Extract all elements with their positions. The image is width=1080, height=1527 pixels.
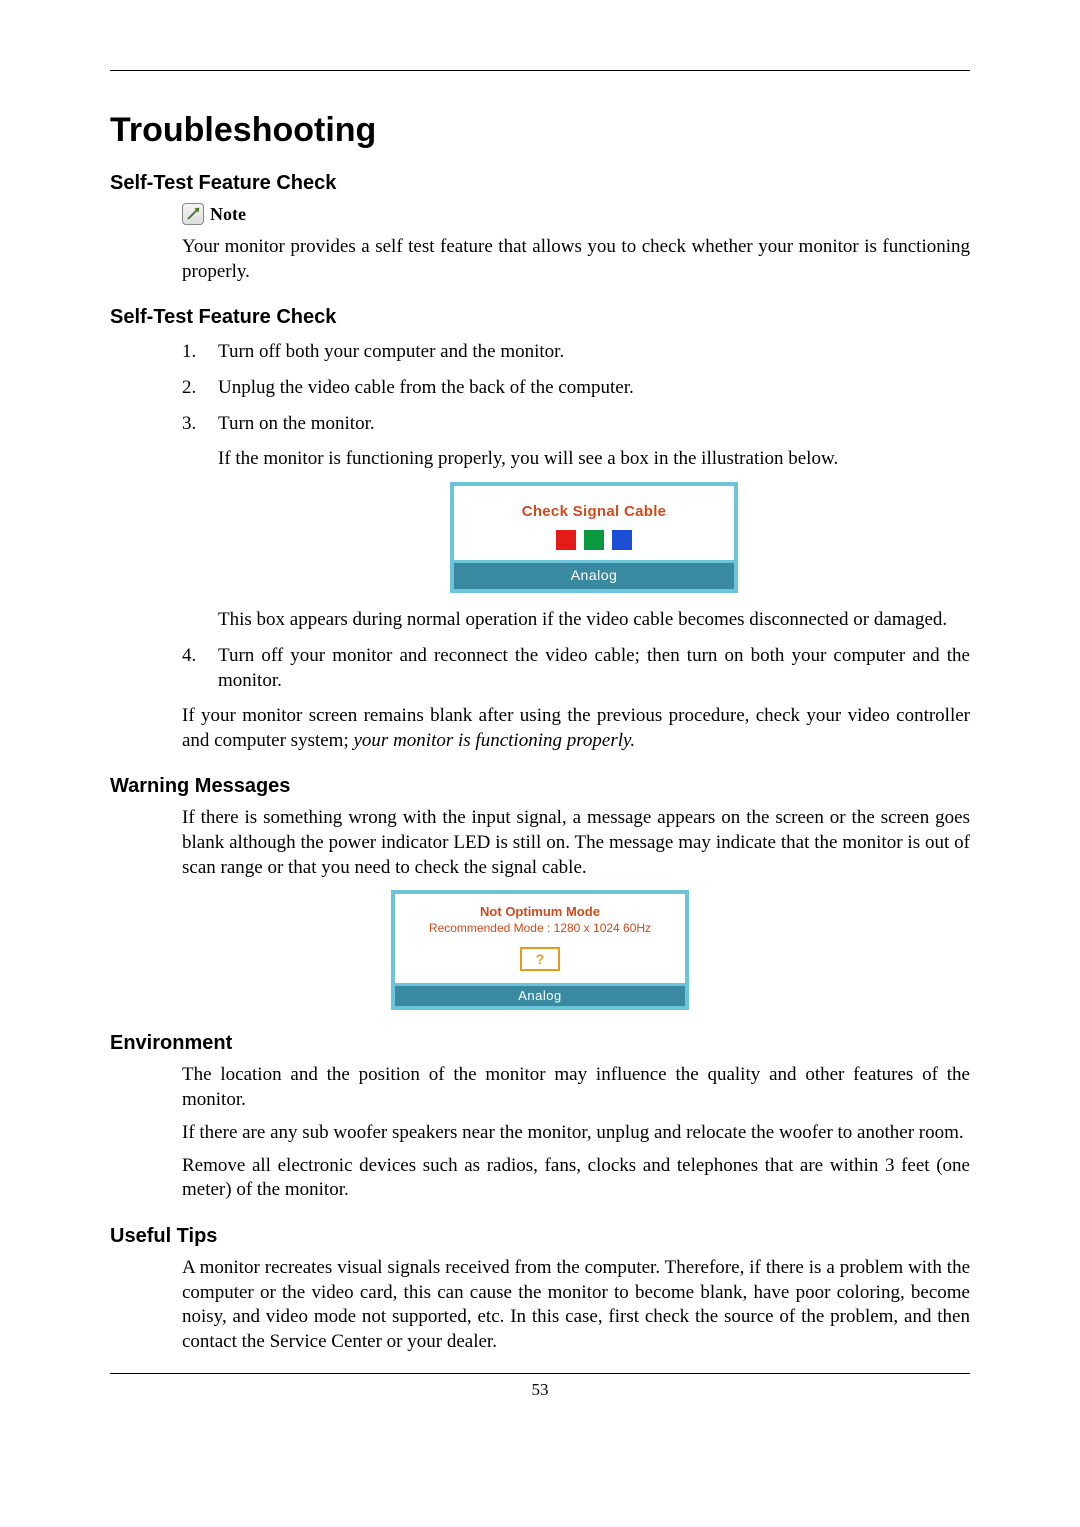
environment-p3: Remove all electronic devices such as ra… (182, 1154, 970, 1203)
tips-p1: A monitor recreates visual signals recei… (182, 1256, 970, 1355)
step-after-text: This box appears during normal operation… (218, 607, 970, 633)
page-title: Troubleshooting (110, 111, 970, 150)
step-text: Turn off both your computer and the moni… (218, 341, 564, 362)
step-text: Turn on the monitor. (218, 413, 375, 434)
environment-p1: The location and the position of the mon… (182, 1063, 970, 1112)
tail-italic: your monitor is functioning properly. (354, 730, 636, 751)
osd2-question-button: ? (520, 947, 561, 971)
step-sub-text: If the monitor is functioning properly, … (218, 446, 970, 472)
top-rule (110, 70, 970, 71)
note-paragraph: Your monitor provides a self test featur… (182, 235, 970, 284)
section-heading-warning: Warning Messages (110, 775, 970, 798)
osd1-blue-square (612, 530, 632, 550)
bottom-rule (110, 1373, 970, 1374)
note-icon (182, 203, 204, 225)
page-number: 53 (110, 1380, 970, 1400)
list-item: Turn off your monitor and reconnect the … (182, 643, 970, 694)
osd1-title: Check Signal Cable (454, 502, 734, 522)
section-heading-selftest-1: Self-Test Feature Check (110, 172, 970, 195)
osd2-line1: Not Optimum Mode (401, 904, 679, 919)
environment-p2: If there are any sub woofer speakers nea… (182, 1121, 970, 1146)
step-text: Turn off your monitor and reconnect the … (218, 645, 970, 692)
list-item: Turn off both your computer and the moni… (182, 339, 970, 365)
section-heading-useful-tips: Useful Tips (110, 1225, 970, 1248)
osd1-green-square (584, 530, 604, 550)
section-heading-environment: Environment (110, 1032, 970, 1055)
osd1-footer: Analog (454, 563, 734, 589)
selftest-tail: If your monitor screen remains blank aft… (182, 704, 970, 753)
osd1-red-square (556, 530, 576, 550)
osd2-footer: Analog (395, 983, 685, 1006)
osd-check-signal-box: Check Signal Cable Analog (450, 482, 738, 593)
selftest-steps: Turn off both your computer and the moni… (182, 339, 970, 694)
warning-paragraph: If there is something wrong with the inp… (182, 806, 970, 880)
osd-not-optimum-box: Not Optimum Mode Recommended Mode : 1280… (391, 890, 689, 1010)
note-label: Note (210, 204, 246, 225)
osd2-line2: Recommended Mode : 1280 x 1024 60Hz (401, 921, 679, 935)
section-heading-selftest-2: Self-Test Feature Check (110, 306, 970, 329)
step-text: Unplug the video cable from the back of … (218, 377, 634, 398)
list-item: Unplug the video cable from the back of … (182, 375, 970, 401)
list-item: Turn on the monitor. If the monitor is f… (182, 411, 970, 633)
